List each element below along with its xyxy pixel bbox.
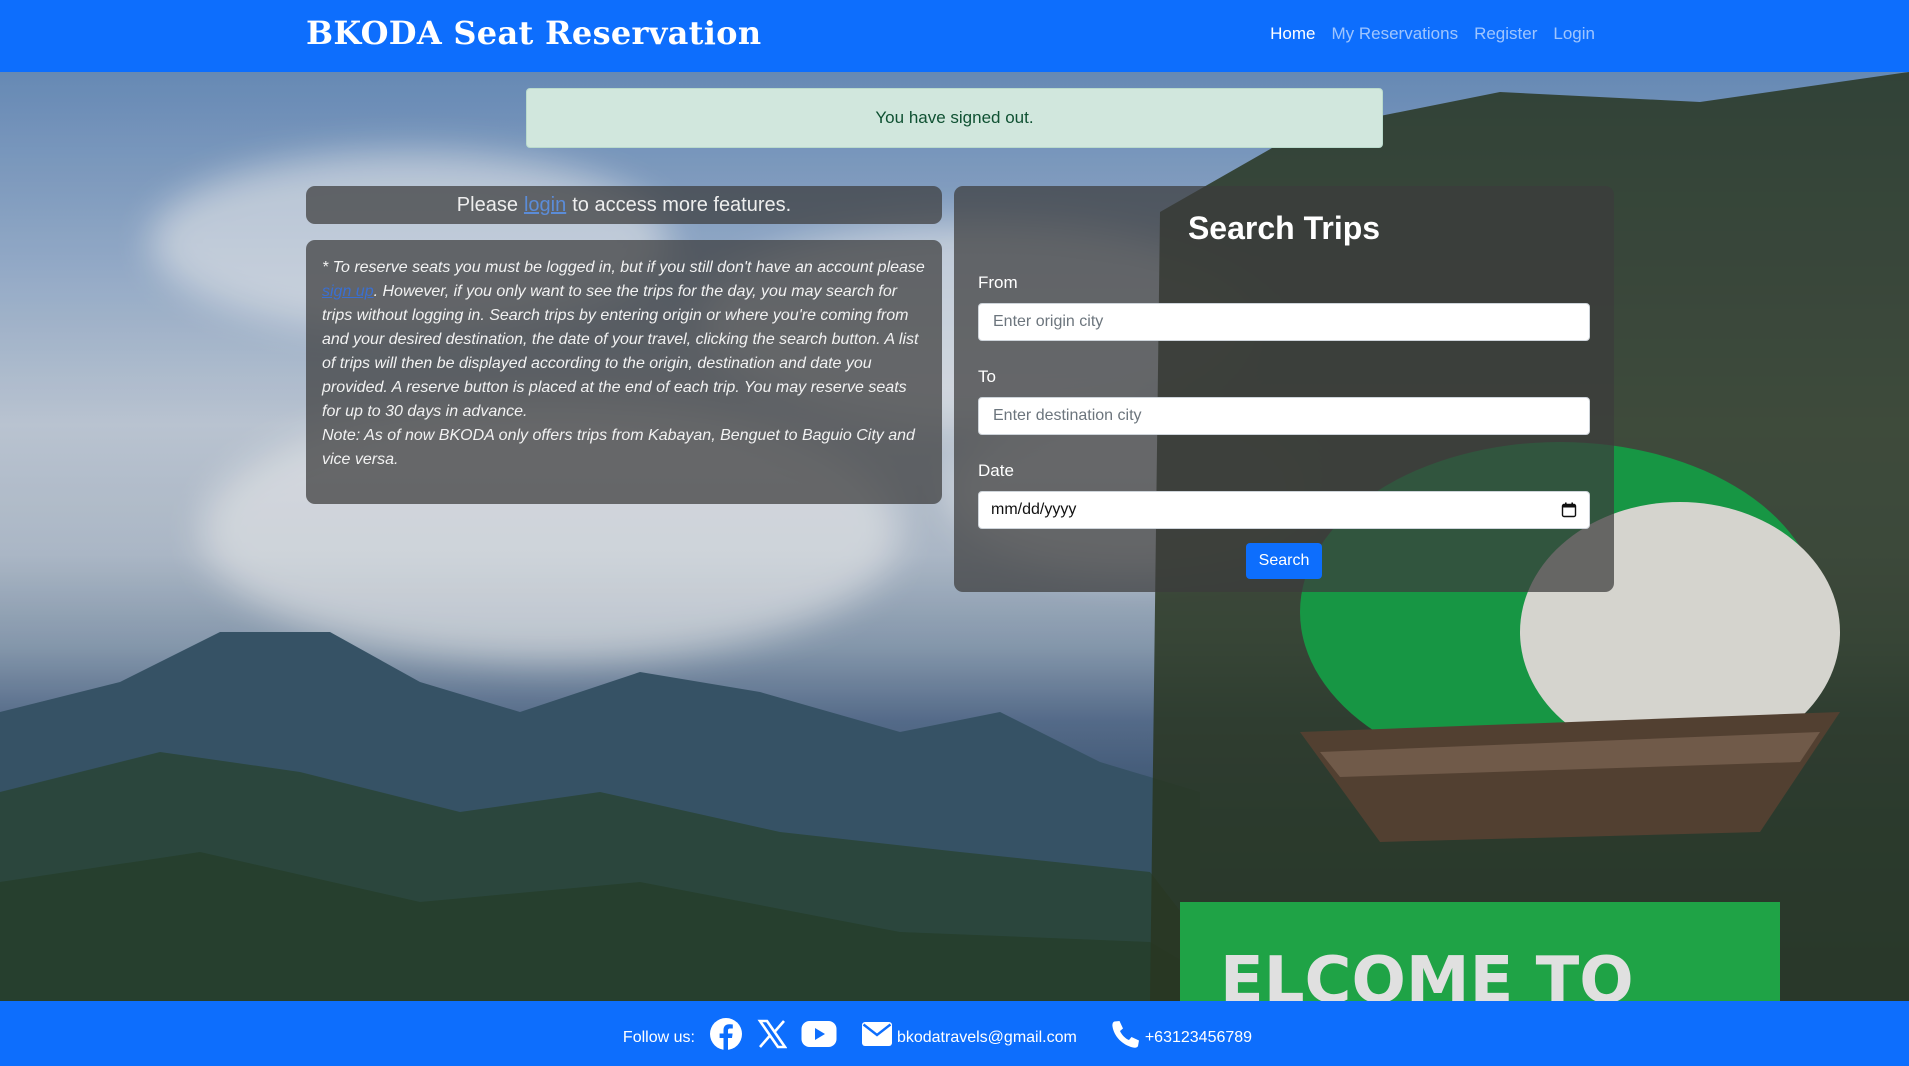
login-prompt: Please login to access more features. — [306, 186, 942, 224]
email-text: bkodatravels@gmail.com — [896, 1028, 1077, 1046]
from-label: From — [978, 273, 1018, 292]
x-icon[interactable] — [757, 1019, 787, 1049]
date-label: Date — [978, 461, 1014, 480]
brand-title[interactable]: BKODA Seat Reservation — [306, 14, 761, 52]
from-field — [978, 303, 1590, 341]
envelope-icon — [861, 1021, 892, 1046]
info-panel: * To reserve seats you must be logged in… — [306, 240, 942, 504]
nav-my-reservations[interactable]: My Reservations — [1331, 24, 1458, 44]
to-field — [978, 397, 1590, 435]
signup-link[interactable]: sign up — [322, 283, 374, 300]
login-link[interactable]: login — [524, 194, 566, 217]
date-value: mm/dd/yyyy — [991, 501, 1077, 518]
info-text-before: * To reserve seats you must be logged in… — [322, 259, 925, 276]
nav-register[interactable]: Register — [1474, 24, 1537, 44]
search-button[interactable]: Search — [1245, 543, 1323, 579]
phone-contact[interactable]: +63123456789 — [1111, 1019, 1252, 1049]
destination-input[interactable] — [991, 406, 1577, 426]
search-title: Search Trips — [1187, 210, 1381, 246]
date-input[interactable]: mm/dd/yyyy — [978, 491, 1590, 529]
search-panel: Search Trips From To Date mm/dd/yyyy Sea… — [954, 186, 1614, 592]
navbar: BKODA Seat Reservation Home My Reservati… — [0, 0, 1909, 72]
email-contact[interactable]: bkodatravels@gmail.com — [861, 1021, 1077, 1047]
info-text-after: . However, if you only want to see the t… — [322, 283, 919, 420]
login-prompt-after: to access more features. — [572, 193, 792, 216]
origin-input[interactable] — [991, 312, 1577, 332]
signout-alert: You have signed out. — [526, 88, 1383, 148]
nav-login[interactable]: Login — [1553, 24, 1595, 44]
to-label: To — [978, 367, 996, 386]
nav-home[interactable]: Home — [1270, 24, 1315, 44]
nav-links: Home My Reservations Register Login — [1270, 24, 1595, 44]
footer: Follow us: bkodatravels@gmail.com +63123… — [0, 1001, 1909, 1066]
alert-message: You have signed out. — [875, 108, 1034, 127]
phone-text: +63123456789 — [1144, 1028, 1253, 1046]
calendar-icon[interactable] — [1561, 502, 1577, 518]
phone-icon — [1112, 1020, 1139, 1048]
follow-label: Follow us: — [622, 1028, 695, 1046]
info-paragraph: * To reserve seats you must be logged in… — [322, 256, 926, 424]
login-prompt-before: Please — [456, 193, 518, 216]
facebook-icon[interactable] — [709, 1017, 743, 1051]
info-note: Note: As of now BKODA only offers trips … — [322, 427, 915, 468]
youtube-icon[interactable] — [801, 1020, 837, 1048]
